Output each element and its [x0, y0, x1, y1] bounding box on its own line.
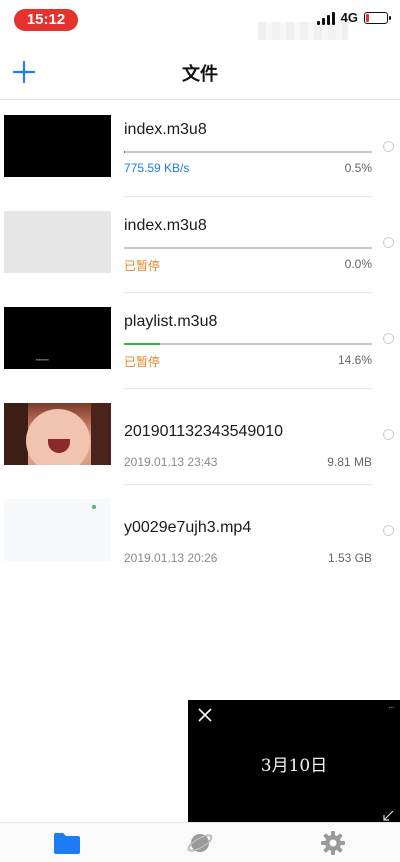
- file-row[interactable]: index.m3u8 已暂停 0.0%: [0, 197, 400, 293]
- file-name: y0029e7ujh3.mp4: [124, 519, 252, 536]
- select-radio[interactable]: [383, 237, 394, 248]
- select-radio[interactable]: [383, 525, 394, 536]
- tab-bar: [0, 822, 400, 862]
- folder-icon: [53, 832, 80, 854]
- file-name: index.m3u8: [124, 217, 207, 234]
- download-progress-bar: [124, 247, 372, 249]
- select-radio[interactable]: [383, 333, 394, 344]
- file-row[interactable]: 201901132343549010 2019.01.13 23:43 9.81…: [0, 389, 400, 485]
- nav-bar: 文件: [0, 44, 400, 100]
- file-info: y0029e7ujh3.mp4 2019.01.13 20:26 1.53 GB: [124, 485, 372, 581]
- download-speed: 775.59 KB/s: [124, 161, 190, 175]
- video-caption: 3月10日: [260, 756, 328, 776]
- tab-settings[interactable]: [267, 823, 400, 862]
- tab-files[interactable]: [0, 823, 133, 862]
- select-radio[interactable]: [383, 141, 394, 152]
- download-progress-bar: [124, 343, 372, 345]
- signal-icon: [316, 11, 335, 25]
- file-row[interactable]: index.m3u8 775.59 KB/s 0.5%: [0, 101, 400, 197]
- video-thumbnail: [4, 403, 111, 465]
- network-type: 4G: [340, 10, 358, 25]
- resize-icon: [383, 810, 394, 821]
- file-info: 201901132343549010 2019.01.13 23:43 9.81…: [124, 389, 372, 485]
- video-thumbnail: [4, 115, 111, 177]
- close-icon: [198, 708, 212, 722]
- paused-status: 已暂停: [124, 355, 161, 369]
- select-radio[interactable]: [383, 429, 394, 440]
- video-thumbnail: ▪▪▪▪▪▪▪▪▪: [4, 307, 111, 369]
- page-title: 文件: [182, 64, 218, 84]
- file-info: playlist.m3u8 已暂停 14.6%: [124, 293, 372, 389]
- video-thumbnail: [4, 499, 111, 561]
- file-list: index.m3u8 775.59 KB/s 0.5% index.m3u8 已…: [0, 101, 400, 581]
- file-name: 201901132343549010: [124, 423, 283, 440]
- video-watermark: ▪▪▪: [388, 705, 394, 711]
- progress-percent: 14.6%: [337, 353, 372, 367]
- status-indicators: 4G: [316, 10, 391, 25]
- resize-handle[interactable]: [382, 809, 394, 821]
- status-time: 15:12: [14, 9, 78, 31]
- tab-browser[interactable]: [133, 823, 266, 862]
- file-size: 9.81 MB: [327, 455, 372, 469]
- file-name: index.m3u8: [124, 121, 207, 138]
- file-info: index.m3u8 775.59 KB/s 0.5%: [124, 101, 372, 197]
- status-bar: 15:12 4G: [0, 0, 400, 44]
- progress-percent: 0.5%: [344, 161, 372, 175]
- file-date: 2019.01.13 20:26: [124, 551, 218, 565]
- file-name: playlist.m3u8: [124, 313, 218, 330]
- file-date: 2019.01.13 23:43: [124, 455, 218, 469]
- file-row[interactable]: ▪▪▪▪▪▪▪▪▪ playlist.m3u8 已暂停 14.6%: [0, 293, 400, 389]
- planet-icon: [187, 833, 213, 852]
- paused-status: 已暂停: [124, 259, 161, 273]
- gear-icon: [321, 830, 346, 855]
- download-progress-bar: [124, 151, 372, 153]
- video-thumbnail: [4, 211, 111, 273]
- progress-percent: 0.0%: [344, 257, 372, 271]
- floating-video-player[interactable]: ▪▪▪ 3月10日: [188, 700, 400, 827]
- file-info: index.m3u8 已暂停 0.0%: [124, 197, 372, 293]
- file-size: 1.53 GB: [327, 551, 372, 565]
- battery-icon: [364, 11, 391, 24]
- file-row[interactable]: y0029e7ujh3.mp4 2019.01.13 20:26 1.53 GB: [0, 485, 400, 581]
- close-button[interactable]: [194, 704, 216, 726]
